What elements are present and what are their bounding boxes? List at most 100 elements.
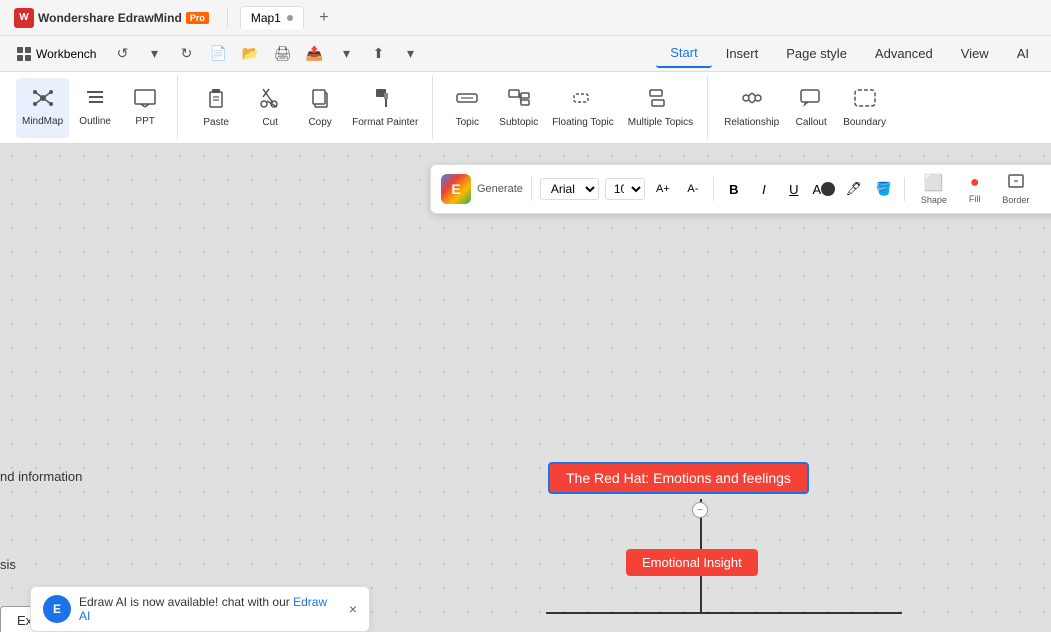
- ai-logo: E: [441, 174, 471, 204]
- title-bar: W Wondershare EdrawMind Pro Map1 +: [0, 0, 1051, 36]
- font-color-button[interactable]: A: [812, 177, 836, 201]
- notif-logo: E: [43, 595, 71, 623]
- floating-topic-label: Floating Topic: [552, 117, 614, 129]
- border-label: Border: [1002, 195, 1029, 205]
- shape-tool[interactable]: ⬜ Shape: [913, 171, 955, 207]
- paste-label: Paste: [203, 117, 229, 129]
- export-button[interactable]: 📤: [300, 40, 328, 68]
- relationship-button[interactable]: Relationship: [718, 78, 785, 138]
- highlight-button[interactable]: 🖊: [842, 177, 866, 201]
- topic-button[interactable]: Topic: [443, 78, 491, 138]
- toolbar-divider-2: [713, 177, 714, 201]
- ribbon-group-shapes: Relationship Callout Boundary: [710, 76, 900, 139]
- boundary-button[interactable]: Boundary: [837, 78, 892, 138]
- ribbon-group-insert: Topic Subtopic Floating Topic: [435, 76, 708, 139]
- connector-h-right: [700, 612, 902, 614]
- main-node[interactable]: The Red Hat: Emotions and feelings: [548, 462, 809, 494]
- active-tab[interactable]: Map1: [240, 6, 304, 29]
- canvas-area[interactable]: E Generate Arial 10 A+ A- B I U A 🖊 🪣 ⬜ …: [0, 144, 1051, 632]
- redo-button[interactable]: ↻: [172, 40, 200, 68]
- print-button[interactable]: 🖨: [268, 40, 296, 68]
- callout-button[interactable]: Callout: [787, 78, 835, 138]
- app-logo-icon: W: [14, 8, 34, 28]
- tab-unsaved-dot: [287, 15, 293, 21]
- nav-page-style[interactable]: Page style: [772, 40, 861, 67]
- child-node-1[interactable]: Emotional Insight: [626, 549, 758, 576]
- canvas-background: [0, 144, 1051, 632]
- font-selector[interactable]: Arial: [540, 178, 599, 200]
- collapse-button[interactable]: −: [692, 502, 708, 518]
- share-button[interactable]: ⬆: [364, 40, 392, 68]
- subtopic-button[interactable]: Subtopic: [493, 78, 544, 138]
- notification-bar: E Edraw AI is now available! chat with o…: [30, 586, 370, 632]
- floating-topic-button[interactable]: Floating Topic: [546, 78, 620, 138]
- shape-icon: ⬜: [924, 173, 944, 193]
- pro-badge: Pro: [186, 12, 209, 24]
- relationship-icon: [740, 87, 764, 115]
- ppt-label: PPT: [135, 116, 154, 128]
- new-tab-button[interactable]: +: [312, 6, 336, 30]
- fill-icon: ●: [970, 174, 980, 192]
- format-painter-button[interactable]: Format Painter: [346, 78, 424, 138]
- tab-label: Map1: [251, 11, 281, 25]
- relationship-label: Relationship: [724, 117, 779, 129]
- bold-button[interactable]: B: [722, 177, 746, 201]
- fill-label: Fill: [969, 194, 981, 204]
- app-name: Wondershare EdrawMind: [38, 11, 182, 25]
- mindmap-button[interactable]: MindMap: [16, 78, 69, 138]
- multiple-topics-icon: [648, 87, 672, 115]
- more-button[interactable]: ▾: [396, 40, 424, 68]
- main-node-label: The Red Hat: Emotions and feelings: [566, 470, 791, 486]
- toolbar-row: Workbench ↺ ▾ ↻ 📄 📂 🖨 📤 ▾ ⬆ ▾ Start Inse…: [0, 36, 1051, 72]
- ribbon: MindMap Outline PPT: [0, 72, 1051, 144]
- new-file-button[interactable]: 📄: [204, 40, 232, 68]
- boundary-label: Boundary: [843, 117, 886, 129]
- notif-text: Edraw AI is now available! chat with our…: [79, 595, 341, 623]
- connector-h-left: [546, 612, 700, 614]
- floating-toolbar: E Generate Arial 10 A+ A- B I U A 🖊 🪣 ⬜ …: [430, 164, 1051, 214]
- topic-icon: [455, 87, 479, 115]
- toolbar-divider-1: [531, 177, 532, 201]
- left-node-2[interactable]: sis: [0, 557, 16, 572]
- font-color-swatch: [821, 182, 835, 196]
- cut-label: Cut: [262, 117, 278, 129]
- paste-button[interactable]: Paste: [188, 78, 244, 138]
- nav-view[interactable]: View: [947, 40, 1003, 67]
- nav-start[interactable]: Start: [656, 39, 711, 68]
- subtopic-label: Subtopic: [499, 117, 538, 129]
- undo-arrow[interactable]: ▾: [140, 40, 168, 68]
- font-decrease-button[interactable]: A-: [681, 177, 705, 201]
- cut-button[interactable]: Cut: [246, 78, 294, 138]
- workbench-icon: [16, 46, 32, 62]
- copy-icon: [309, 87, 331, 115]
- ppt-icon: [133, 88, 157, 114]
- copy-button[interactable]: Copy: [296, 78, 344, 138]
- border-tool[interactable]: Border: [994, 172, 1037, 207]
- multiple-topics-label: Multiple Topics: [628, 117, 693, 129]
- export-arrow[interactable]: ▾: [332, 40, 360, 68]
- nav-ai[interactable]: AI: [1003, 40, 1043, 67]
- subtopic-icon: [507, 87, 531, 115]
- italic-button[interactable]: I: [752, 177, 776, 201]
- font-size-selector[interactable]: 10: [605, 178, 645, 200]
- underline-button[interactable]: U: [782, 177, 806, 201]
- paint-button[interactable]: 🪣: [872, 177, 896, 201]
- ppt-button[interactable]: PPT: [121, 78, 169, 138]
- toolbar-divider-3: [904, 177, 905, 201]
- nav-insert[interactable]: Insert: [712, 40, 773, 67]
- outline-button[interactable]: Outline: [71, 78, 119, 138]
- font-increase-button[interactable]: A+: [651, 177, 675, 201]
- undo-button[interactable]: ↺: [108, 40, 136, 68]
- left-node-1[interactable]: nd information: [0, 469, 82, 484]
- multiple-topics-button[interactable]: Multiple Topics: [622, 78, 699, 138]
- notif-close-button[interactable]: ×: [349, 601, 357, 617]
- workbench-button[interactable]: Workbench: [8, 42, 104, 66]
- floating-topic-icon: [571, 87, 595, 115]
- open-file-button[interactable]: 📂: [236, 40, 264, 68]
- fill-tool[interactable]: ● Fill: [961, 172, 989, 206]
- border-icon: [1008, 174, 1024, 193]
- font-color-icon: A: [813, 182, 822, 197]
- layout-tool[interactable]: ⊞ Layout: [1043, 171, 1051, 207]
- workbench-label: Workbench: [36, 47, 96, 61]
- nav-advanced[interactable]: Advanced: [861, 40, 947, 67]
